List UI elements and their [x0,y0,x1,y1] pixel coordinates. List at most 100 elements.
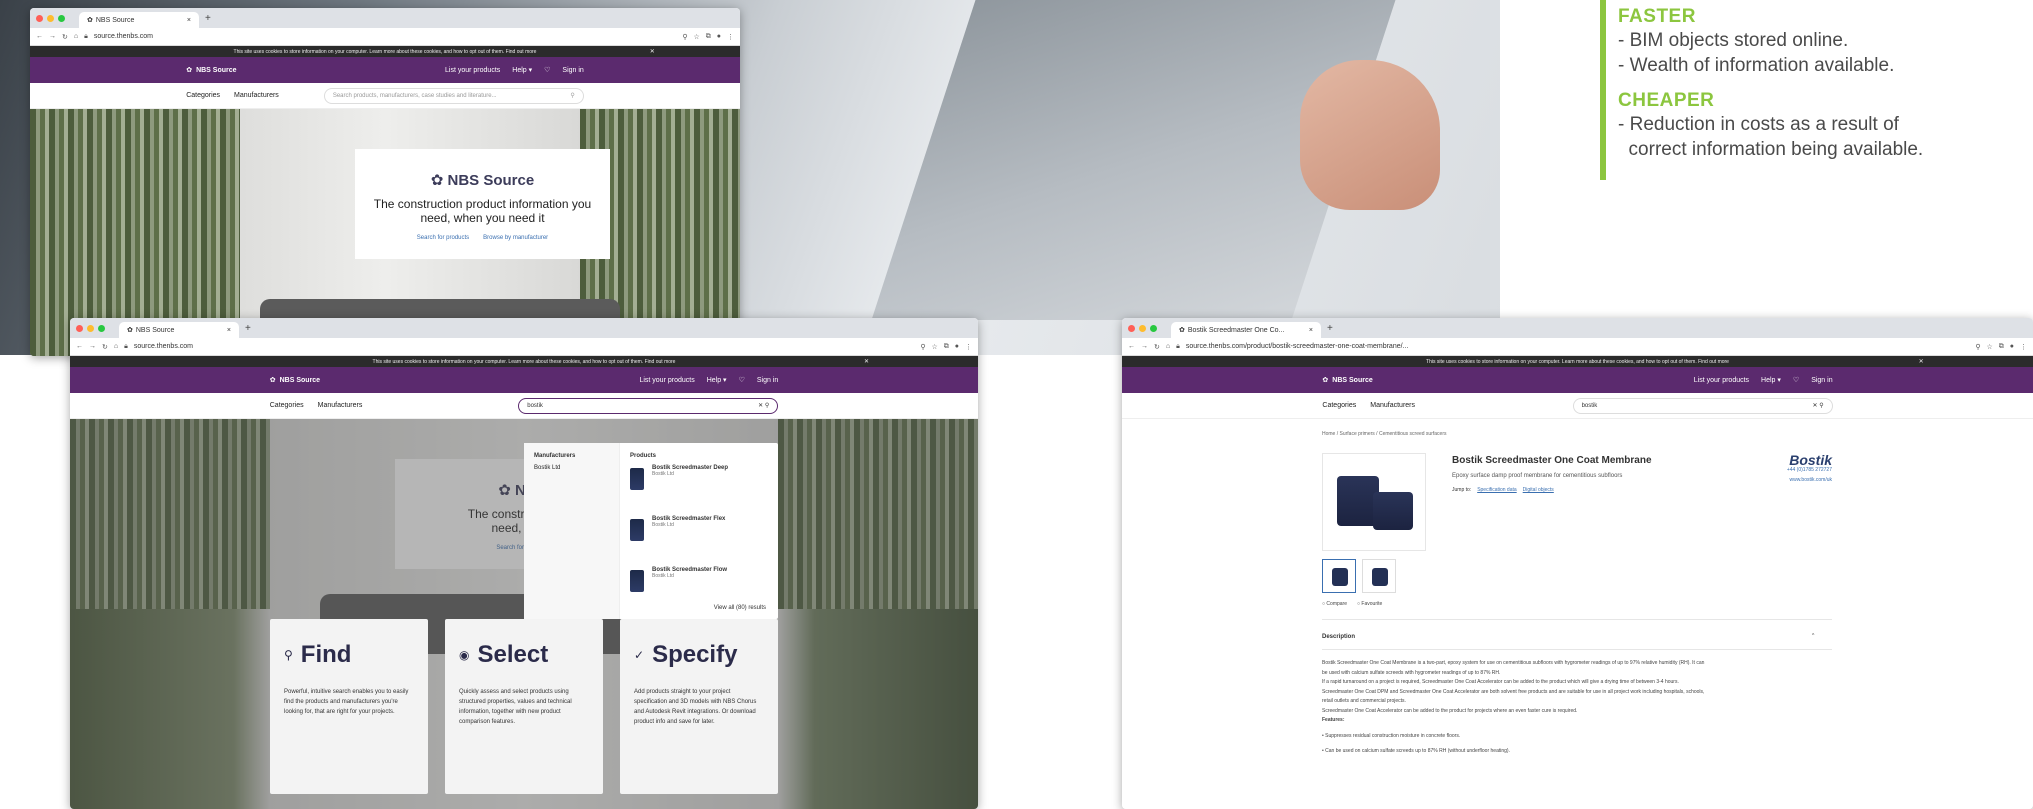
nbs-logo[interactable]: ✿ NBS Source [1322,376,1372,385]
menu-icon[interactable]: ⋮ [965,343,972,351]
search-icon[interactable]: ⚲ [682,33,687,41]
thumbnail[interactable] [1322,559,1356,593]
url-field[interactable]: source.thenbs.com [134,343,915,350]
maximize-window-icon[interactable] [58,14,65,22]
search-input[interactable]: bostik ✕ ⚲ [518,397,779,414]
nav-manufacturers[interactable]: Manufacturers [318,402,363,409]
nav-manufacturers[interactable]: Manufacturers [1370,402,1415,409]
browser-tab[interactable]: ✿ Bostik Screedmaster One Co... × [1171,322,1321,338]
nav-categories[interactable]: Categories [186,92,220,99]
star-icon[interactable]: ☆ [693,33,699,41]
star-icon[interactable]: ☆ [1986,343,1992,351]
clear-icon[interactable]: ✕ [758,403,763,409]
manufacturer-phone[interactable]: +44 (0)1785 272727 [1722,465,1832,475]
menu-icon[interactable]: ⋮ [2020,343,2027,351]
close-tab-icon[interactable]: × [1309,327,1313,334]
browser-tab[interactable]: ✿ NBS Source × [119,322,239,338]
nav-manufacturers[interactable]: Manufacturers [234,92,279,99]
home-icon[interactable]: ⌂ [1166,343,1170,350]
compare-checkbox[interactable]: ○ Compare [1322,601,1347,607]
close-window-icon[interactable] [1128,324,1135,332]
thumbnail[interactable] [1362,559,1396,593]
nav-categories[interactable]: Categories [1322,402,1356,409]
forward-icon[interactable]: → [49,33,56,40]
close-tab-icon[interactable]: × [227,327,231,334]
clear-icon[interactable]: ✕ [1812,403,1817,409]
search-icon[interactable]: ⚲ [765,403,769,409]
nav-categories[interactable]: Categories [270,402,304,409]
profile-icon[interactable]: ● [955,343,959,351]
minimize-window-icon[interactable] [47,14,54,22]
search-icon[interactable]: ⚲ [920,343,925,351]
minimize-window-icon[interactable] [87,324,94,332]
close-tab-icon[interactable]: × [187,17,191,24]
bostik-logo[interactable]: Bostik [1722,453,1832,467]
favourite-checkbox[interactable]: ○ Favourite [1357,601,1382,607]
close-icon[interactable]: ✕ [864,358,869,365]
extension-icon[interactable]: ⧉ [1999,343,2004,351]
close-window-icon[interactable] [36,14,43,22]
favourites-heart-icon[interactable]: ♡ [544,66,550,74]
new-tab-icon[interactable]: + [205,13,211,24]
description-heading[interactable]: Description [1322,634,1355,640]
product-suggestion[interactable]: Bostik Screedmaster Flex Bostik Ltd [630,516,768,567]
manufacturer-suggestion[interactable]: Bostik Ltd [534,465,609,471]
back-icon[interactable]: ← [76,343,83,350]
favourites-heart-icon[interactable]: ♡ [739,376,745,384]
search-input[interactable]: Search products, manufacturers, case stu… [323,87,584,104]
jump-objects-link[interactable]: Digital objects [1523,487,1554,493]
manufacturer-website[interactable]: www.bostik.com/uk [1722,475,1832,485]
back-icon[interactable]: ← [1128,343,1135,350]
minimize-window-icon[interactable] [1139,324,1146,332]
reload-icon[interactable]: ↻ [1154,343,1160,351]
search-input[interactable]: bostik ✕ ⚲ [1572,397,1833,414]
product-image[interactable] [1322,453,1426,551]
extension-icon[interactable]: ⧉ [944,343,949,351]
search-products-link[interactable]: Search for products [417,235,469,241]
profile-icon[interactable]: ● [717,33,721,41]
new-tab-icon[interactable]: + [245,323,251,334]
sign-in-link[interactable]: Sign in [1811,377,1832,384]
list-products-link[interactable]: List your products [639,377,694,384]
close-window-icon[interactable] [76,324,83,332]
favourites-heart-icon[interactable]: ♡ [1793,376,1799,384]
sign-in-link[interactable]: Sign in [757,377,778,384]
new-tab-icon[interactable]: + [1327,323,1333,334]
product-suggestion[interactable]: Bostik Screedmaster Deep Bostik Ltd [630,465,768,516]
close-icon[interactable]: ✕ [650,48,655,55]
back-icon[interactable]: ← [36,33,43,40]
menu-icon[interactable]: ⋮ [727,33,734,41]
forward-icon[interactable]: → [89,343,96,350]
close-icon[interactable]: ✕ [1919,358,1924,365]
url-field[interactable]: source.thenbs.com/product/bostik-screedm… [1186,343,1970,350]
help-menu[interactable]: Help ▾ [1761,376,1781,384]
browse-manufacturer-link[interactable]: Browse by manufacturer [483,235,548,241]
view-all-results-link[interactable]: View all (80) results [714,605,766,611]
search-icon[interactable]: ⚲ [1819,403,1823,409]
search-icon[interactable]: ⚲ [570,92,574,99]
list-products-link[interactable]: List your products [1694,377,1749,384]
jump-spec-link[interactable]: Specification data [1477,487,1516,493]
maximize-window-icon[interactable] [98,324,105,332]
url-field[interactable]: source.thenbs.com [94,33,677,40]
home-icon[interactable]: ⌂ [114,343,118,350]
list-products-link[interactable]: List your products [445,67,500,74]
faster-line: - Wealth of information available. [1618,55,1895,76]
profile-icon[interactable]: ● [2010,343,2014,351]
forward-icon[interactable]: → [1141,343,1148,350]
star-icon[interactable]: ☆ [931,343,937,351]
reload-icon[interactable]: ↻ [102,343,108,351]
nbs-logo[interactable]: ✿ NBS Source [270,376,320,385]
search-icon[interactable]: ⚲ [1975,343,1980,351]
maximize-window-icon[interactable] [1150,324,1157,332]
breadcrumb[interactable]: Home / Surface primers / Cementitious sc… [1322,431,1447,437]
extension-icon[interactable]: ⧉ [706,33,711,41]
home-icon[interactable]: ⌂ [74,33,78,40]
sign-in-link[interactable]: Sign in [562,67,583,74]
reload-icon[interactable]: ↻ [62,33,68,41]
nbs-logo[interactable]: ✿ NBS Source [186,66,236,75]
help-menu[interactable]: Help ▾ [512,66,532,74]
help-menu[interactable]: Help ▾ [707,376,727,384]
collapse-icon[interactable]: ^ [1812,632,1814,642]
browser-tab[interactable]: ✿ NBS Source × [79,12,199,28]
